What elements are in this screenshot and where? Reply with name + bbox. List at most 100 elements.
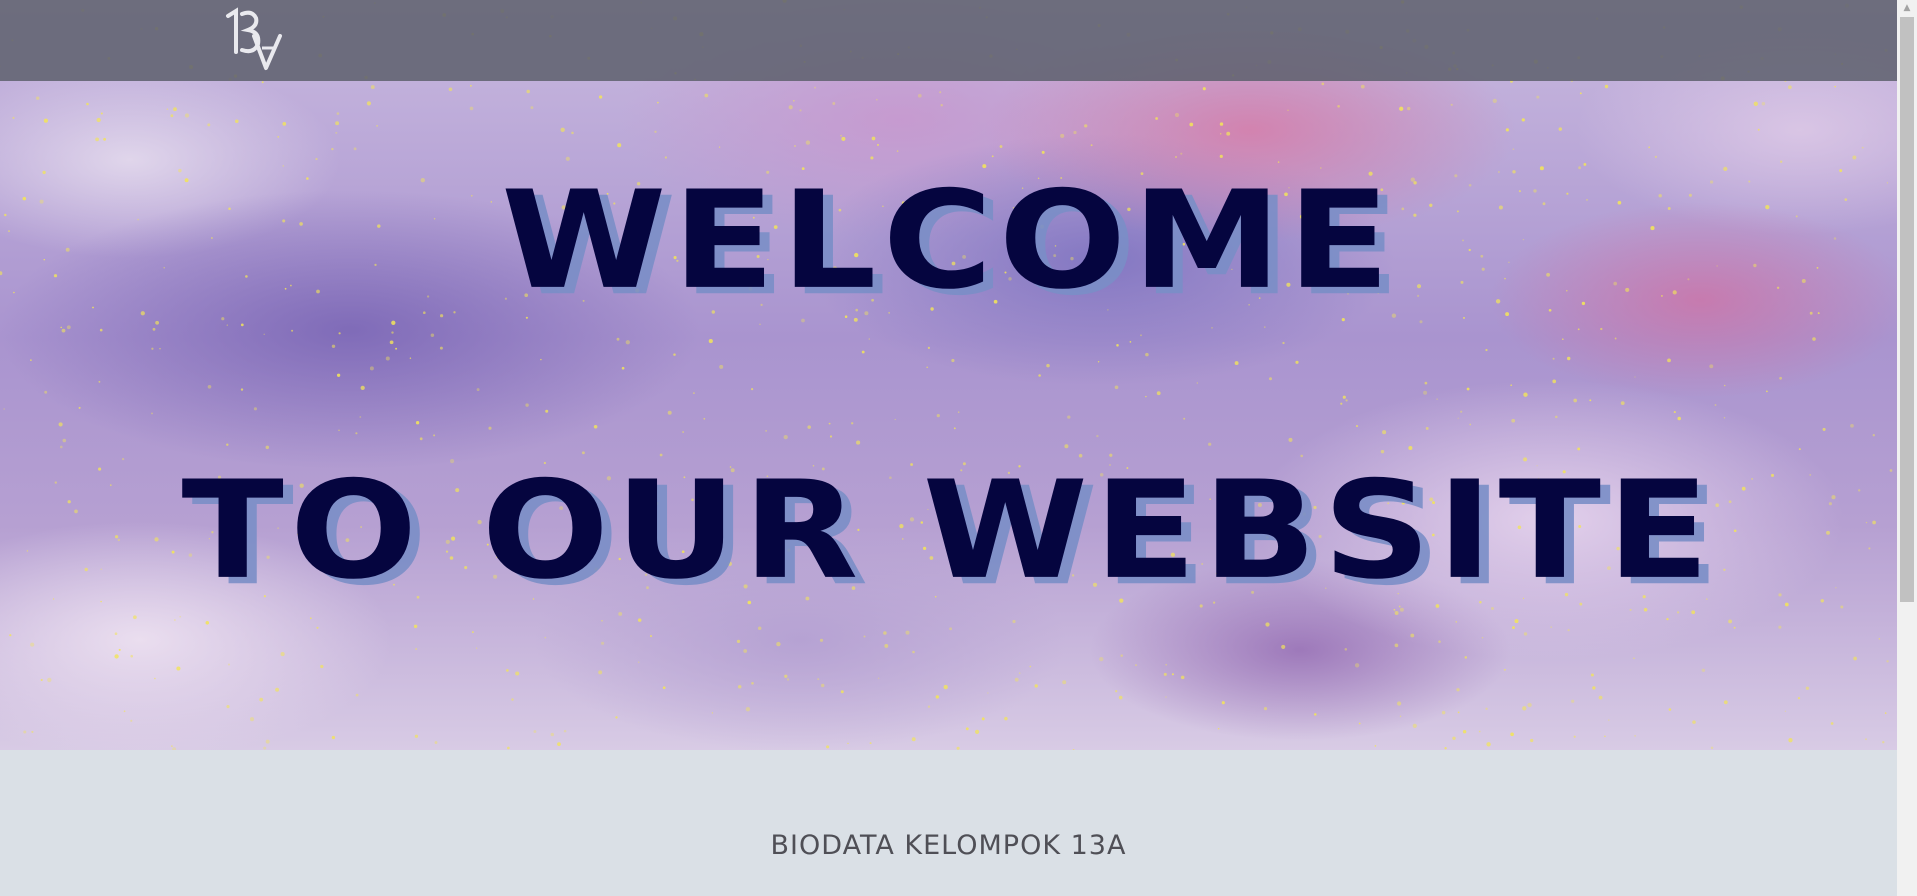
star-speckle xyxy=(743,649,748,653)
star-speckle xyxy=(1287,109,1289,111)
star-speckle xyxy=(506,669,509,672)
star-speckle xyxy=(1788,738,1793,743)
star-speckle xyxy=(981,717,985,721)
star-speckle xyxy=(1733,626,1736,629)
star-speckle xyxy=(1604,735,1606,738)
star-speckle xyxy=(563,729,567,733)
star-speckle xyxy=(1219,154,1223,159)
star-speckle xyxy=(1861,146,1864,149)
star-speckle xyxy=(832,102,836,105)
star-speckle xyxy=(1797,696,1801,700)
star-speckle xyxy=(649,635,653,638)
star-speckle xyxy=(751,681,754,685)
star-speckle xyxy=(1504,668,1506,671)
star-speckle xyxy=(353,147,357,151)
star-speckle xyxy=(178,168,182,173)
star-speckle xyxy=(664,156,668,159)
star-speckle xyxy=(58,422,63,427)
star-speckle xyxy=(917,93,922,98)
star-speckle xyxy=(263,333,265,336)
star-speckle xyxy=(1340,402,1343,405)
star-speckle xyxy=(369,366,374,371)
star-speckle xyxy=(240,323,244,327)
star-speckle xyxy=(1265,622,1270,627)
star-speckle xyxy=(703,417,706,420)
triangle-up-icon[interactable]: ▲ xyxy=(1897,0,1917,17)
star-speckle xyxy=(533,730,537,733)
star-speckle xyxy=(413,624,418,629)
star-speckle xyxy=(965,727,969,731)
star-speckle xyxy=(1183,417,1186,420)
star-speckle xyxy=(1115,690,1118,693)
star-speckle xyxy=(1548,308,1552,312)
star-speckle xyxy=(1189,122,1194,127)
star-speckle xyxy=(1073,130,1077,135)
star-speckle xyxy=(1457,417,1459,419)
star-speckle xyxy=(711,712,714,714)
star-speckle xyxy=(1523,632,1528,636)
star-speckle xyxy=(869,742,872,745)
star-speckle xyxy=(828,422,831,425)
star-speckle xyxy=(1012,619,1016,624)
star-speckle xyxy=(571,131,574,135)
star-speckle xyxy=(1038,374,1041,377)
star-speckle xyxy=(884,643,889,648)
star-speckle xyxy=(1156,391,1161,396)
star-speckle xyxy=(829,435,833,438)
star-speckle xyxy=(253,407,258,411)
star-speckle xyxy=(515,671,520,676)
star-speckle xyxy=(1394,643,1399,648)
star-speckle xyxy=(1512,148,1515,151)
star-speckle xyxy=(565,156,570,161)
star-speckle xyxy=(557,742,561,746)
star-speckle xyxy=(414,734,419,738)
site-logo[interactable] xyxy=(222,6,286,72)
star-speckle xyxy=(36,96,40,100)
star-speckle xyxy=(593,425,598,429)
star-speckle xyxy=(1822,427,1826,431)
star-speckle xyxy=(1798,448,1801,451)
star-speckle xyxy=(1419,320,1423,324)
star-speckle xyxy=(1820,599,1825,603)
star-speckle xyxy=(1155,117,1158,120)
star-speckle xyxy=(1463,316,1465,319)
star-speckle xyxy=(95,137,99,142)
star-speckle xyxy=(1552,357,1555,360)
star-speckle xyxy=(1097,360,1100,363)
star-speckle xyxy=(309,617,312,620)
star-speckle xyxy=(817,678,820,681)
star-speckle xyxy=(1321,82,1325,86)
star-speckle xyxy=(1600,327,1603,331)
star-speckle xyxy=(176,666,181,671)
star-speckle xyxy=(453,311,456,314)
star-speckle xyxy=(226,324,228,326)
star-speckle xyxy=(1485,348,1488,352)
star-speckle xyxy=(1116,344,1119,347)
star-speckle xyxy=(1723,417,1726,419)
star-speckle xyxy=(953,427,956,430)
star-speckle xyxy=(335,131,338,134)
hero-title-welcome: WELCOME xyxy=(501,162,1396,320)
scrollbar-thumb[interactable] xyxy=(1900,17,1914,602)
star-speckle xyxy=(1676,611,1680,614)
star-speckle xyxy=(1780,160,1783,163)
star-speckle xyxy=(1067,415,1071,419)
star-speckle xyxy=(43,118,48,123)
page: WELCOME TO OUR WEBSITE BIODATA KELOMPOK … xyxy=(0,0,1917,896)
star-speckle xyxy=(1723,166,1728,172)
star-speckle xyxy=(370,85,375,90)
star-speckle xyxy=(315,157,318,161)
star-speckle xyxy=(1571,699,1575,703)
star-speckle xyxy=(1677,416,1681,421)
star-speckle xyxy=(1578,166,1581,170)
star-speckle xyxy=(1784,602,1789,607)
star-speckle xyxy=(338,332,341,335)
star-speckle xyxy=(1633,657,1635,659)
star-speckle xyxy=(469,106,474,111)
star-speckle xyxy=(544,636,547,639)
star-speckle xyxy=(1510,384,1513,387)
star-speckle xyxy=(476,388,480,392)
star-speckle xyxy=(488,426,492,430)
star-speckle xyxy=(100,112,103,115)
page-scrollbar[interactable]: ▲ xyxy=(1897,0,1917,896)
